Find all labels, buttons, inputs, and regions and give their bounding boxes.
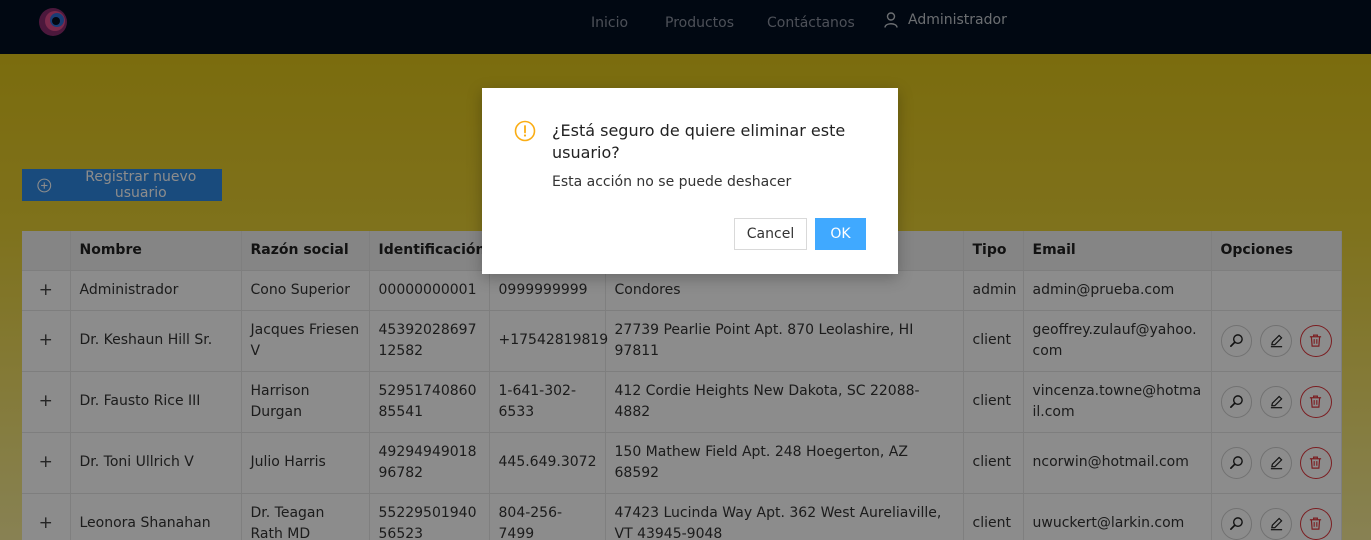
ok-button[interactable]: OK	[815, 218, 866, 250]
cancel-button[interactable]: Cancel	[734, 218, 807, 250]
dialog-message: Esta acción no se puede deshacer	[552, 174, 792, 190]
exclamation-circle-icon	[514, 120, 536, 142]
confirm-delete-dialog: ¿Está seguro de quiere eliminar este usu…	[482, 88, 898, 274]
dialog-title: ¿Está seguro de quiere eliminar este usu…	[552, 121, 846, 162]
